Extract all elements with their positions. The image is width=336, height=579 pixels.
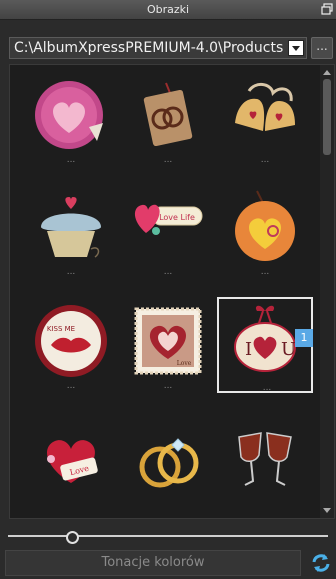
gallery-item-caption: ... [260, 267, 270, 277]
panel-titlebar: Obrazki [0, 0, 336, 20]
gallery-item-caption: ... [66, 155, 76, 165]
gallery-item-love-stamp[interactable]: Love ... [120, 297, 216, 393]
gallery-item-caption: ... [163, 267, 173, 277]
gallery-item-caption: ... [262, 383, 272, 393]
path-bar: C:\AlbumXpressPREMIUM-4.0\Products ... [5, 37, 333, 59]
rings-tag-icon [143, 82, 193, 147]
gallery-item-love-life-tag[interactable]: Love Life ... [120, 183, 216, 279]
svg-text:I: I [245, 339, 252, 360]
gallery-scrollbar[interactable] [320, 65, 334, 518]
gallery-item-wedding-bells[interactable]: ... [217, 71, 313, 167]
folder-path-dropdown[interactable]: C:\AlbumXpressPREMIUM-4.0\Products [9, 37, 307, 59]
gallery-item-caption: ... [66, 381, 76, 391]
browse-button[interactable]: ... [311, 37, 333, 59]
folder-path-text: C:\AlbumXpressPREMIUM-4.0\Products [14, 40, 284, 56]
chevron-down-icon[interactable] [288, 40, 304, 56]
image-gallery: ... ... ... ... Love Life ... ... KISS M… [9, 64, 335, 519]
gallery-item-love-heart-card[interactable]: Love [23, 415, 119, 511]
gallery-item-caption: ... [260, 155, 270, 165]
scrollbar-thumb[interactable] [323, 79, 331, 155]
thumbnail-size-slider[interactable] [8, 526, 328, 546]
scroll-up-icon[interactable] [322, 68, 332, 78]
love-life-label: Love Life [159, 213, 195, 222]
gallery-item-cupcake-heart[interactable]: ... [23, 183, 119, 279]
love-stamp-icon: Love [134, 307, 202, 375]
love-stamp-label: Love [177, 360, 192, 367]
color-tones-button[interactable]: Tonacje kolorów [5, 550, 301, 576]
wedding-rings-icon [139, 438, 199, 488]
scroll-down-icon[interactable] [322, 505, 332, 515]
selection-count-badge: 1 [295, 329, 313, 347]
slider-track [8, 535, 328, 537]
gallery-item-orange-heart-tag[interactable]: ... [217, 183, 313, 279]
refresh-icon[interactable] [311, 553, 331, 573]
gallery-item-wine-glasses[interactable] [217, 415, 313, 511]
orange-heart-tag-icon [235, 190, 295, 261]
gallery-item-i-love-u[interactable]: I U 1 ... [217, 297, 313, 393]
slider-thumb[interactable] [66, 531, 79, 544]
svg-text:U: U [281, 339, 296, 360]
kiss-me-lips-icon: KISS ME [35, 305, 107, 377]
love-heart-card-icon: Love [47, 440, 98, 483]
restore-window-icon[interactable] [321, 3, 333, 15]
kiss-me-label: KISS ME [47, 325, 75, 333]
gallery-item-heart-sticker[interactable]: ... [23, 71, 119, 167]
cupcake-heart-icon [41, 197, 101, 258]
heart-sticker-icon [35, 81, 103, 149]
gallery-item-rings-tag[interactable]: ... [120, 71, 216, 167]
i-love-u-icon: I U [234, 305, 296, 372]
gallery-item-caption: ... [163, 381, 173, 391]
gallery-item-caption: ... [163, 155, 173, 165]
love-life-tag-icon: Love Life [134, 204, 203, 235]
gallery-item-caption: ... [66, 267, 76, 277]
gallery-item-wedding-rings[interactable] [120, 415, 216, 511]
wedding-bells-icon [235, 83, 295, 131]
bottom-bar: Tonacje kolorów [5, 550, 331, 576]
gallery-item-kiss-me-lips[interactable]: KISS ME ... [23, 297, 119, 393]
panel-title: Obrazki [146, 3, 190, 16]
wine-glasses-icon [238, 432, 292, 486]
